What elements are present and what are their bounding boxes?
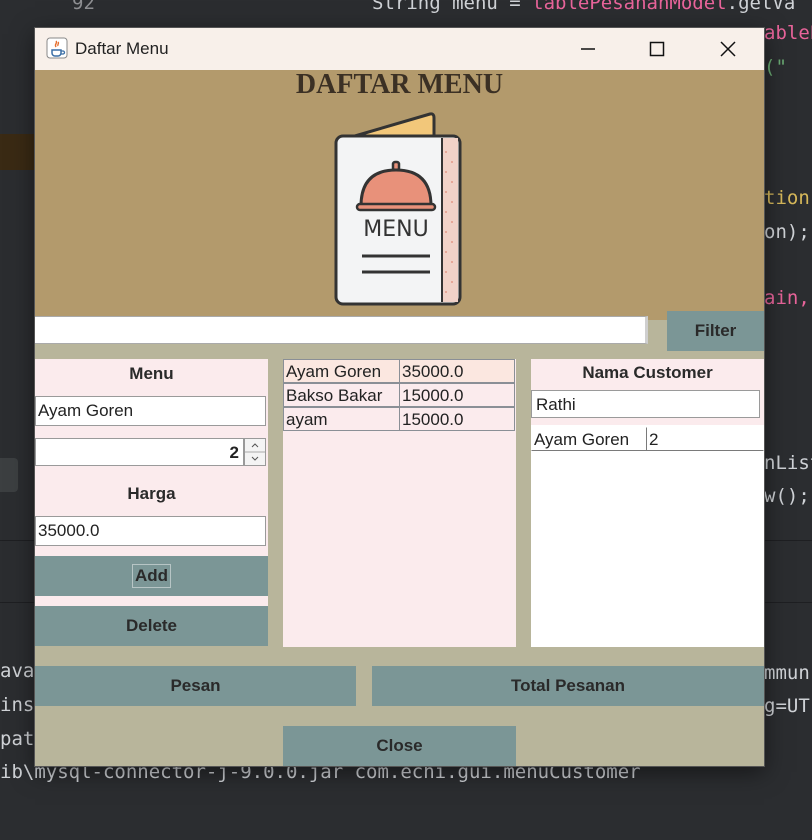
- table-cell[interactable]: 15000.0: [399, 383, 515, 407]
- code-line: nList: [764, 452, 812, 474]
- java-icon: [46, 37, 68, 59]
- terminal-line: mmun: [764, 662, 810, 684]
- code-line: tion(: [764, 187, 812, 209]
- table-cell[interactable]: Ayam Goren: [531, 427, 647, 451]
- maximize-icon[interactable]: [637, 34, 677, 64]
- close-button[interactable]: Close: [283, 726, 516, 766]
- delete-button[interactable]: Delete: [35, 606, 268, 646]
- code-line: w();: [764, 485, 810, 507]
- code-line: ain,: [764, 287, 810, 309]
- add-button-label: Add: [131, 564, 172, 588]
- minimize-icon[interactable]: [568, 34, 608, 64]
- table-cell[interactable]: 2: [646, 427, 764, 451]
- window-title: Daftar Menu: [75, 39, 169, 58]
- table-cell[interactable]: 15000.0: [399, 407, 515, 431]
- search-input[interactable]: [35, 316, 648, 344]
- title-bar[interactable]: Daftar Menu: [35, 28, 764, 70]
- filter-button[interactable]: Filter: [667, 311, 764, 351]
- stepper-arrows-icon[interactable]: [245, 439, 265, 465]
- table-cell[interactable]: ayam: [283, 407, 400, 431]
- harga-field[interactable]: 35000.0: [35, 516, 266, 546]
- menu-field[interactable]: Ayam Goren: [35, 396, 266, 426]
- order-table-panel: [531, 425, 764, 647]
- total-pesanan-button[interactable]: Total Pesanan: [372, 666, 764, 706]
- table-cell[interactable]: Ayam Goren: [283, 359, 400, 383]
- code-line: String menu = tablePesananModel.getVa: [372, 0, 796, 14]
- code-line: on);: [764, 221, 810, 243]
- quantity-stepper[interactable]: [244, 438, 266, 466]
- pesan-button[interactable]: Pesan: [35, 666, 356, 706]
- menu-label: Menu: [129, 364, 174, 383]
- terminal-line: ava: [0, 660, 35, 682]
- line-number: 92: [72, 0, 95, 14]
- panel-spacer: [35, 596, 268, 606]
- terminal-line: g=UT: [764, 695, 810, 717]
- menu-art-label: MENU: [363, 217, 428, 242]
- menu-book-icon: MENU: [334, 112, 462, 306]
- table-cell[interactable]: 35000.0: [399, 359, 515, 383]
- code-line: ablePe: [764, 22, 812, 44]
- code-line: (": [764, 56, 787, 78]
- table-cell[interactable]: Bakso Bakar: [283, 383, 400, 407]
- nama-customer-label: Nama Customer: [582, 363, 713, 382]
- daftar-menu-window: Daftar Menu DAFTAR MENU MENU Filter Menu…: [35, 28, 764, 766]
- close-icon[interactable]: [708, 34, 748, 64]
- ide-side-tab[interactable]: [0, 458, 18, 492]
- quantity-spinner-value[interactable]: 2: [35, 438, 244, 466]
- harga-label: Harga: [127, 484, 176, 503]
- add-button[interactable]: Add: [35, 556, 268, 596]
- page-title: DAFTAR MENU: [295, 69, 504, 100]
- customer-name-field[interactable]: Rathi: [531, 390, 760, 418]
- gutter-highlight: [0, 134, 34, 170]
